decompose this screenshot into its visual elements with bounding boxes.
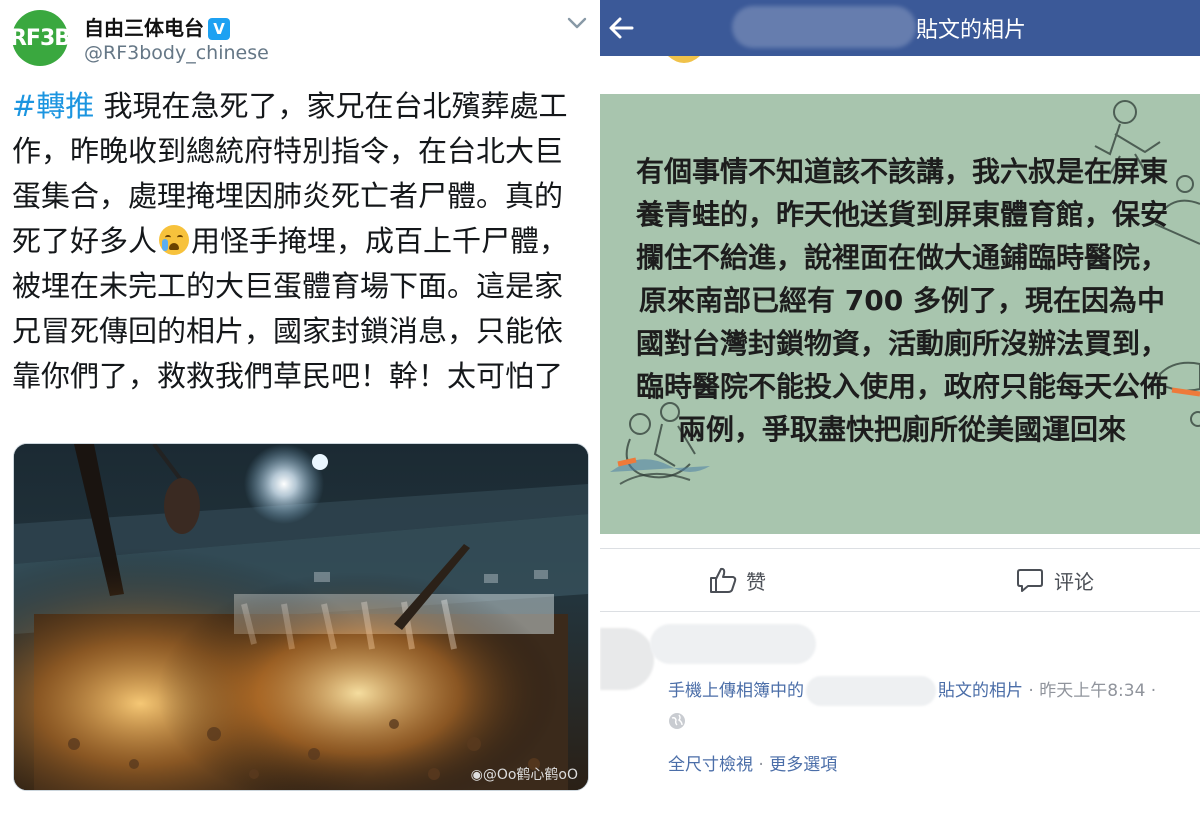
stadium-photo-illustration xyxy=(14,444,588,790)
fb-header: 貼文的相片 xyxy=(600,0,1200,56)
redacted-page-name-inline xyxy=(806,676,936,706)
redacted-page-name xyxy=(732,6,916,48)
display-name[interactable]: 自由三体电台 V xyxy=(84,12,230,41)
photo-meta-line: 手機上傳相簿中的 貼文的相片 · 昨天上午8:34 · xyxy=(668,676,1156,706)
top-strip xyxy=(600,56,1200,94)
more-options-link[interactable]: 更多選項 xyxy=(769,755,837,775)
post-photo-link[interactable]: 貼文的相片 xyxy=(938,681,1023,701)
display-name-text: 自由三体电台 xyxy=(84,16,204,40)
tweet-panel: RF3B 自由三体电台 V @RF3body_chinese #轉推 我現在急死了… xyxy=(0,0,598,813)
loudly-crying-face-emoji-icon xyxy=(159,225,190,255)
redacted-avatar xyxy=(600,628,654,690)
facebook-panel: 貼文的相片 有個事情不知道該不該講，我六叔是在屏東養青蛙的，昨天他送貨到屏東體育… xyxy=(600,0,1200,813)
redacted-name xyxy=(650,624,816,664)
photo-watermark: ◉@Oo鹤心鹤oO xyxy=(471,764,578,784)
like-button[interactable]: 赞 xyxy=(708,563,766,597)
post-image-text: 有個事情不知道該不該講，我六叔是在屏東養青蛙的，昨天他送貨到屏東體育館，保安攔住… xyxy=(635,155,1168,446)
link-separator: · xyxy=(753,755,770,775)
comment-label: 评论 xyxy=(1054,569,1094,594)
album-link[interactable]: 手機上傳相簿中的 xyxy=(668,681,804,701)
comment-bubble-icon xyxy=(1017,569,1043,592)
comment-button[interactable]: 评论 xyxy=(1016,563,1094,597)
photo-links: 全尺寸檢視 · 更多選項 xyxy=(668,750,837,775)
account-avatar[interactable]: RF3B xyxy=(10,10,71,66)
thumbs-up-icon xyxy=(710,567,737,593)
chevron-down-icon[interactable] xyxy=(566,12,588,34)
photo-watermark-text: @Oo鹤心鹤oO xyxy=(482,767,578,783)
weibo-icon: ◉ xyxy=(470,767,483,783)
hashtag-link[interactable]: #轉推 xyxy=(12,89,94,123)
fb-header-title: 貼文的相片 xyxy=(916,18,1027,43)
tweet-text: #轉推 我現在急死了，家兄在台北殯葬處工作，昨晚收到總統府特別指令，在台北大巨蛋… xyxy=(12,84,584,399)
post-timestamp: · 昨天上午8:34 · xyxy=(1023,681,1157,701)
globe-icon xyxy=(669,713,685,729)
post-image[interactable]: 有個事情不知道該不該講，我六叔是在屏東養青蛙的，昨天他送貨到屏東體育館，保安攔住… xyxy=(600,94,1200,534)
action-bar: 赞 评论 xyxy=(600,548,1200,612)
cropped-decoration-icon xyxy=(668,56,700,63)
account-handle[interactable]: @RF3body_chinese xyxy=(84,42,269,64)
verified-badge-icon: V xyxy=(208,18,230,40)
back-arrow-icon[interactable] xyxy=(602,8,642,48)
like-label: 赞 xyxy=(746,569,766,594)
full-size-link[interactable]: 全尺寸檢視 xyxy=(668,755,753,775)
tweet-photo[interactable]: ◉@Oo鹤心鹤oO xyxy=(13,443,589,791)
